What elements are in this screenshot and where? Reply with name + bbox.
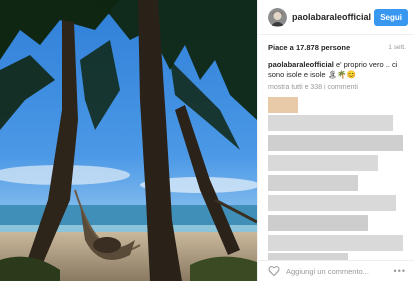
comment-footer: ••• (258, 260, 414, 281)
post-photo[interactable] (0, 0, 257, 281)
caption-username[interactable]: paolabaraleofficial (268, 60, 334, 69)
blurred-comments (268, 97, 406, 265)
comment-input[interactable] (286, 266, 394, 276)
blurred-comment (268, 195, 396, 211)
follow-button[interactable]: Segui (374, 8, 408, 26)
blurred-comment (268, 155, 378, 171)
blurred-comment (268, 135, 403, 151)
post-sidebar: paolabaraleofficial Segui Piace a 17.878… (257, 0, 414, 281)
likes-row: Piace a 17.878 persone 1 sett. (258, 35, 414, 52)
instagram-post: paolabaraleofficial Segui Piace a 17.878… (0, 0, 414, 281)
blurred-comment (268, 175, 358, 191)
post-header: paolabaraleofficial Segui (258, 0, 414, 35)
avatar-image (268, 7, 287, 27)
beach-photo-image (0, 0, 257, 281)
heart-icon[interactable] (268, 265, 280, 277)
post-username[interactable]: paolabaraleofficial (292, 12, 374, 22)
show-all-comments-link[interactable]: mostra tutti e 338 i commenti (258, 80, 414, 91)
post-caption: paolabaraleofficial e' proprio vero .. c… (258, 52, 414, 80)
post-timestamp[interactable]: 1 sett. (388, 44, 406, 51)
avatar[interactable] (268, 7, 287, 27)
blurred-comment (268, 215, 368, 231)
blurred-comment (268, 115, 393, 131)
blurred-comment-avatar (268, 97, 298, 113)
likes-count[interactable]: Piace a 17.878 persone (268, 43, 350, 52)
ellipsis-icon[interactable]: ••• (394, 266, 406, 276)
blurred-comment (268, 235, 403, 251)
